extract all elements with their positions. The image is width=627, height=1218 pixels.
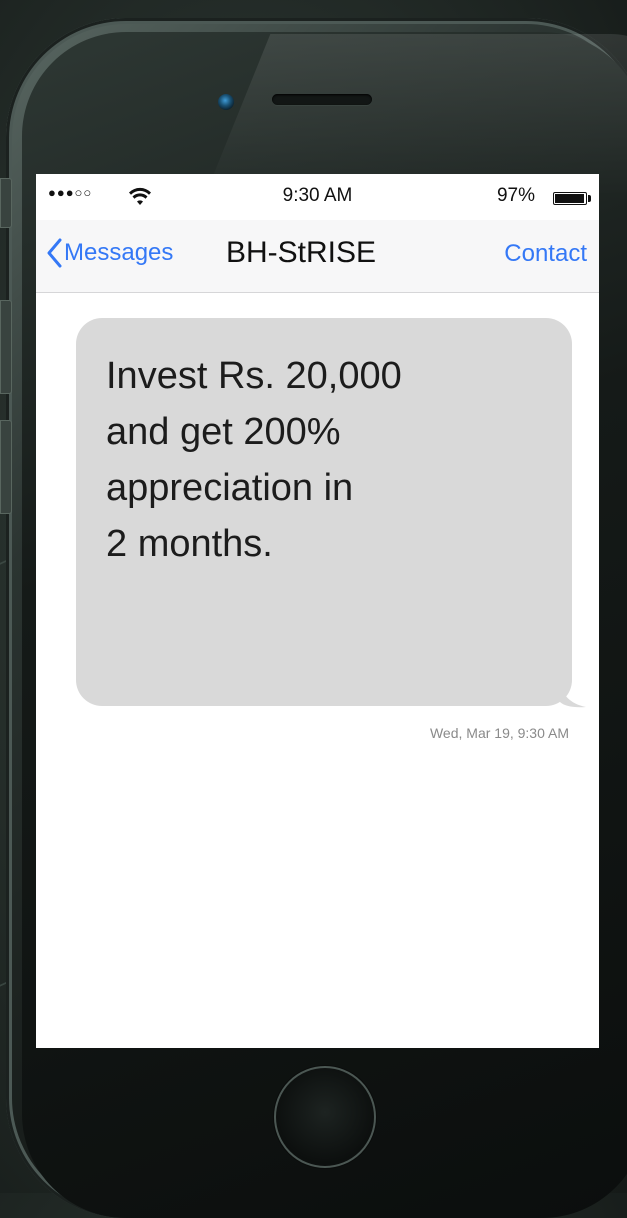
- message-timestamp: Wed, Mar 19, 9:30 AM: [429, 725, 569, 741]
- status-bar: ●●●○○ 9:30 AM 97%: [36, 174, 599, 220]
- volume-down-button[interactable]: [0, 420, 12, 514]
- volume-up-button[interactable]: [0, 300, 12, 394]
- contact-button[interactable]: Contact: [504, 240, 587, 268]
- message-bubble[interactable]: Invest Rs. 20,000 and get 200% appreciat…: [76, 318, 572, 706]
- phone-screen: ●●●○○ 9:30 AM 97% Messages BH-StRISE Con…: [36, 174, 599, 1048]
- message-text: Invest Rs. 20,000 and get 200% appreciat…: [106, 348, 486, 572]
- battery-icon: [553, 192, 587, 205]
- earpiece-speaker: [272, 94, 372, 105]
- message-line: appreciation in: [106, 467, 354, 509]
- battery-tip: [588, 195, 591, 202]
- message-line: and get 200%: [106, 411, 341, 453]
- back-label: Messages: [64, 239, 174, 266]
- navigation-bar: Messages BH-StRISE Contact: [36, 220, 599, 293]
- message-line: 2 months.: [106, 523, 273, 565]
- home-button[interactable]: [274, 1066, 376, 1168]
- bubble-tail: [560, 684, 586, 708]
- back-to-messages-button[interactable]: Messages: [46, 238, 173, 268]
- chevron-left-icon: [47, 238, 62, 268]
- front-camera: [218, 94, 234, 110]
- battery-fill: [555, 194, 585, 203]
- battery-percent: 97%: [496, 185, 535, 206]
- mute-switch[interactable]: [0, 178, 12, 228]
- conversation-title: BH-StRISE: [226, 236, 377, 269]
- message-line: Invest Rs. 20,000: [106, 355, 402, 397]
